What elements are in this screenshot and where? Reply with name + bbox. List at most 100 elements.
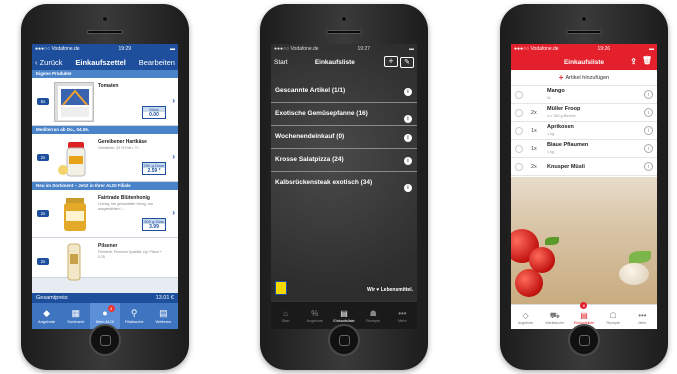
plus-icon: + [558, 73, 564, 82]
info-icon[interactable]: i [404, 88, 412, 96]
list-item[interactable]: 2x Pilsener Feinherb, Premium Qualität, … [32, 238, 178, 281]
tab-sortiment[interactable]: ▦ Sortiment [61, 303, 90, 329]
tomato-image [515, 269, 543, 297]
product-desc: Cremig, fair gehandelter Honig, von ausg… [98, 202, 154, 211]
showcase: ●●●○○ Vodafone.de 19:29 ▬ ‹ Zurück Einka… [0, 0, 677, 374]
chevron-right-icon[interactable]: › [172, 152, 175, 161]
list-item[interactable]: 5x Tomaten Stück 0.00 › [32, 78, 178, 126]
info-icon[interactable]: i [404, 184, 412, 192]
trash-icon[interactable]: 🗑 [642, 56, 652, 65]
list-item[interactable]: 2x Gereibener Hartkäse Gebrieben, 32 % F… [32, 134, 178, 182]
tab-start[interactable]: ⌂ Start [271, 302, 300, 329]
info-icon[interactable]: i [644, 144, 653, 153]
tab-angebote[interactable]: ◇ Angebote [511, 305, 540, 329]
checkbox[interactable] [515, 163, 523, 171]
tab-marktsuche[interactable]: ⛟ Marktsuche [540, 305, 569, 329]
chevron-right-icon[interactable]: › [172, 96, 175, 105]
checkbox[interactable] [515, 109, 523, 117]
filialsuche-icon: ⚲ [130, 308, 138, 318]
info-icon[interactable]: i [404, 115, 412, 123]
edit-icon[interactable]: ✎ [400, 57, 414, 68]
leaf-image [629, 251, 651, 263]
list-item[interactable]: Mango 3x i [511, 86, 657, 104]
angebote-icon: % [311, 309, 319, 318]
home-button[interactable] [568, 324, 600, 356]
tab-angebote[interactable]: % Angebote [300, 302, 329, 329]
tab-label: Einkaufsliste [333, 319, 355, 323]
start-icon: ⌂ [283, 309, 289, 318]
add-icon[interactable]: + [384, 56, 398, 67]
status-bar: ●●●○○ Vodafone.de 19:29 ▬ [32, 44, 178, 54]
vegetables-photo [511, 177, 657, 304]
tab-mehr[interactable]: ••• Mehr [628, 305, 657, 329]
list-row[interactable]: Krosse Salatpizza (24) i [271, 149, 417, 172]
list-item[interactable]: 1x Aprikosen 1 kg i [511, 122, 657, 140]
item-name: Müller Froop [547, 106, 581, 112]
checkbox[interactable] [515, 91, 523, 99]
list-label: Wochenendeinkauf (0) [275, 133, 345, 140]
weiteres-icon: ▤ [159, 308, 168, 318]
product-desc: Feinherb, Premium Qualität, Zgl. Pfand +… [98, 250, 162, 259]
price-box: 500 g-Glas 3.99 [142, 218, 166, 231]
home-button[interactable] [328, 324, 360, 356]
list-item[interactable]: 2x Knusper Müsli i [511, 158, 657, 176]
leaf-image [545, 237, 559, 245]
list-item[interactable]: 1x Blaue Pflaumen 1 kg i [511, 140, 657, 158]
checkbox[interactable] [515, 145, 523, 153]
share-icon[interactable]: ⇪ [630, 57, 637, 66]
checkbox[interactable] [515, 127, 523, 135]
tab-angebote[interactable]: ◆ Angebote [32, 303, 61, 329]
item-qty: 2x [531, 110, 537, 116]
tab-label: Angebote [306, 319, 323, 323]
info-icon[interactable]: i [404, 157, 412, 165]
item-name: Blaue Pflaumen [547, 142, 589, 148]
tab-filialsuche[interactable]: ⚲ Filialsuche [120, 303, 149, 329]
clock: 19:27 [357, 46, 371, 52]
tab-mehr[interactable]: ••• Mehr [388, 302, 417, 329]
angebote-icon: ◇ [522, 310, 529, 320]
list-label: Krosse Salatpizza (24) [275, 156, 344, 163]
info-icon[interactable]: i [644, 90, 653, 99]
total-label: Gesamtpreis: [36, 295, 69, 301]
quantity-badge[interactable]: 2x [37, 258, 49, 265]
camera [102, 16, 108, 22]
tab-rezepte[interactable]: ☖ Rezepte [599, 305, 628, 329]
phone-edeka-red: ●●●○○ Vodafone.de 19:26 ▬ Einkaufsliste … [500, 4, 668, 370]
status-bar: ●●●○○ Vodafone.de 19:26 ▬ [511, 44, 657, 54]
info-icon[interactable]: i [644, 108, 653, 117]
tab-weiteres[interactable]: ▤ Weiteres [149, 303, 178, 329]
edit-button[interactable]: Bearbeiten [139, 58, 175, 67]
product-desc: Gebrieben, 32 % Fett i. Tr. [98, 146, 139, 150]
item-name: Mango [547, 88, 565, 94]
home-button[interactable] [89, 324, 121, 356]
chevron-right-icon[interactable]: › [172, 208, 175, 217]
speaker [87, 30, 123, 34]
info-icon[interactable]: i [404, 134, 412, 142]
mehr-icon: ••• [638, 310, 647, 320]
product-name: Fairtrade Blütenhonig [98, 195, 150, 201]
tab-label: Rezepte [606, 320, 620, 325]
back-button[interactable]: ‹ Zurück [35, 58, 63, 67]
add-item-button[interactable]: + Artikel hinzufügen [511, 70, 657, 86]
list-item[interactable]: 2x Fairtrade Blütenhonig Cremig, fair ge… [32, 190, 178, 238]
list-row[interactable]: Gescannte Artikel (1/1) i [271, 80, 417, 103]
product-name: Pilsener [98, 243, 118, 249]
start-button[interactable]: Start [274, 59, 288, 66]
battery-icon: ▬ [409, 46, 414, 52]
rezepte-icon: ☖ [609, 310, 617, 320]
tab-rezepte[interactable]: ☗ Rezepte [359, 302, 388, 329]
list-row[interactable]: Kalbsrückensteak exotisch (34) i [271, 172, 417, 194]
item-sub: 3x [547, 96, 552, 100]
list-item[interactable]: 2x Müller Froop 4 x 150 g-Becher i [511, 104, 657, 122]
phone-edeka-chalk: ●●●○○ Vodafone.de 19:27 ▬ Start Einkaufs… [260, 4, 428, 370]
add-item-label: Artikel hinzufügen [565, 74, 610, 81]
quantity-badge[interactable]: 2x [37, 154, 49, 161]
quantity-badge[interactable]: 2x [37, 210, 49, 217]
info-icon[interactable]: i [644, 162, 653, 171]
list-row[interactable]: Wochenendeinkauf (0) i [271, 126, 417, 149]
list-row[interactable]: Exotische Gemüsepfanne (16) i [271, 103, 417, 126]
quantity-badge[interactable]: 5x [37, 98, 49, 105]
nav-bar: Einkaufsliste ⇪ 🗑 [511, 54, 657, 70]
info-icon[interactable]: i [644, 126, 653, 135]
battery-icon: ▬ [170, 46, 175, 52]
